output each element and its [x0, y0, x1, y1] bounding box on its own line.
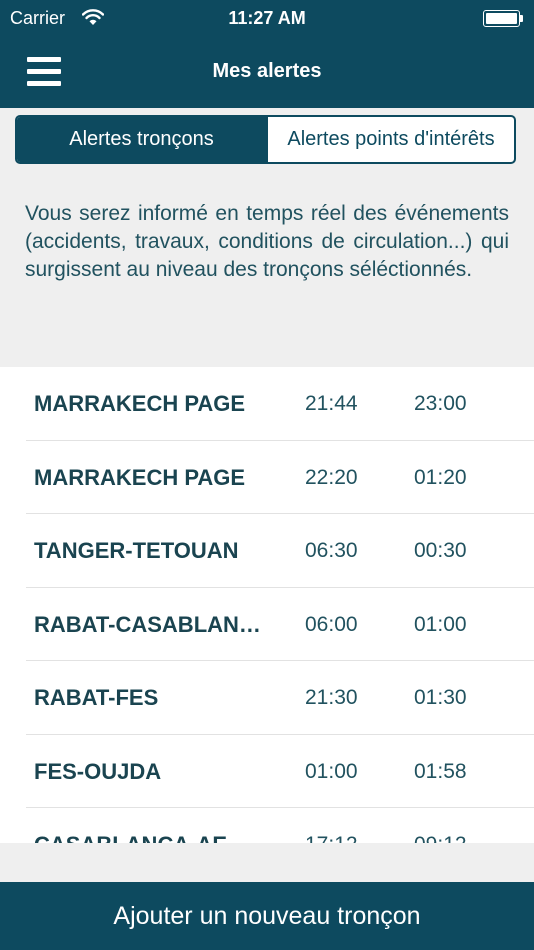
alert-start-time: 06:30: [305, 539, 358, 562]
table-row[interactable]: MARRAKECH PAGE 22:20 01:20: [26, 441, 534, 514]
nav-bar: Mes alertes: [0, 38, 534, 108]
alert-end-time: 01:30: [414, 686, 467, 709]
table-row[interactable]: FES-OUJDA 01:00 01:58: [26, 735, 534, 808]
tab-area: Alertes tronçons Alertes points d'intérê…: [0, 108, 534, 174]
alert-name: TANGER-TETOUAN: [34, 538, 239, 563]
tab-alertes-troncons[interactable]: Alertes tronçons: [17, 117, 266, 162]
segmented-control: Alertes tronçons Alertes points d'intérê…: [15, 115, 516, 164]
page-title: Mes alertes: [212, 60, 322, 82]
table-row[interactable]: CASABLANCA-AE 17:12 09:12: [26, 808, 534, 843]
alerts-list[interactable]: MARRAKECH PAGE 21:44 23:00 MARRAKECH PAG…: [0, 367, 534, 843]
table-row[interactable]: RABAT-CASABLANCA 06:00 01:00: [26, 588, 534, 661]
alert-start-time: 21:44: [305, 392, 358, 415]
alert-name: FES-OUJDA: [34, 758, 162, 784]
alert-start-time: 21:30: [305, 686, 358, 709]
alert-name: RABAT-CASABLANCA: [34, 611, 266, 637]
alert-end-time: 23:00: [414, 392, 467, 415]
alert-start-time: 22:20: [305, 465, 358, 489]
table-row[interactable]: MARRAKECH PAGE 21:44 23:00: [26, 367, 534, 441]
header: Carrier 11:27 AM Mes alertes: [0, 0, 534, 108]
alert-name: RABAT-FES: [34, 685, 159, 710]
alert-name: MARRAKECH PAGE: [34, 464, 246, 490]
tab-alertes-points-interets[interactable]: Alertes points d'intérêts: [266, 117, 514, 162]
alert-start-time: 06:00: [305, 612, 358, 636]
alert-start-time: 17:12: [305, 833, 358, 843]
alert-end-time: 01:58: [414, 759, 467, 783]
alert-end-time: 01:20: [414, 465, 467, 489]
status-time: 11:27 AM: [228, 8, 306, 28]
alert-start-time: 01:00: [305, 759, 358, 783]
alert-name: MARRAKECH PAGE: [34, 391, 246, 416]
alert-end-time: 01:00: [414, 612, 467, 636]
alert-end-time: 00:30: [414, 539, 467, 562]
alert-end-time: 09:12: [414, 833, 467, 843]
alert-name: CASABLANCA-AE: [34, 832, 266, 843]
table-row[interactable]: TANGER-TETOUAN 06:30 00:30: [26, 514, 534, 588]
add-section-button[interactable]: Ajouter un nouveau tronçon: [0, 882, 534, 950]
description-text: Vous serez informé en temps réel des évé…: [25, 202, 509, 281]
status-bar: Carrier 11:27 AM: [0, 0, 534, 38]
table-row[interactable]: RABAT-FES 21:30 01:30: [26, 661, 534, 735]
battery-icon: [483, 10, 523, 27]
